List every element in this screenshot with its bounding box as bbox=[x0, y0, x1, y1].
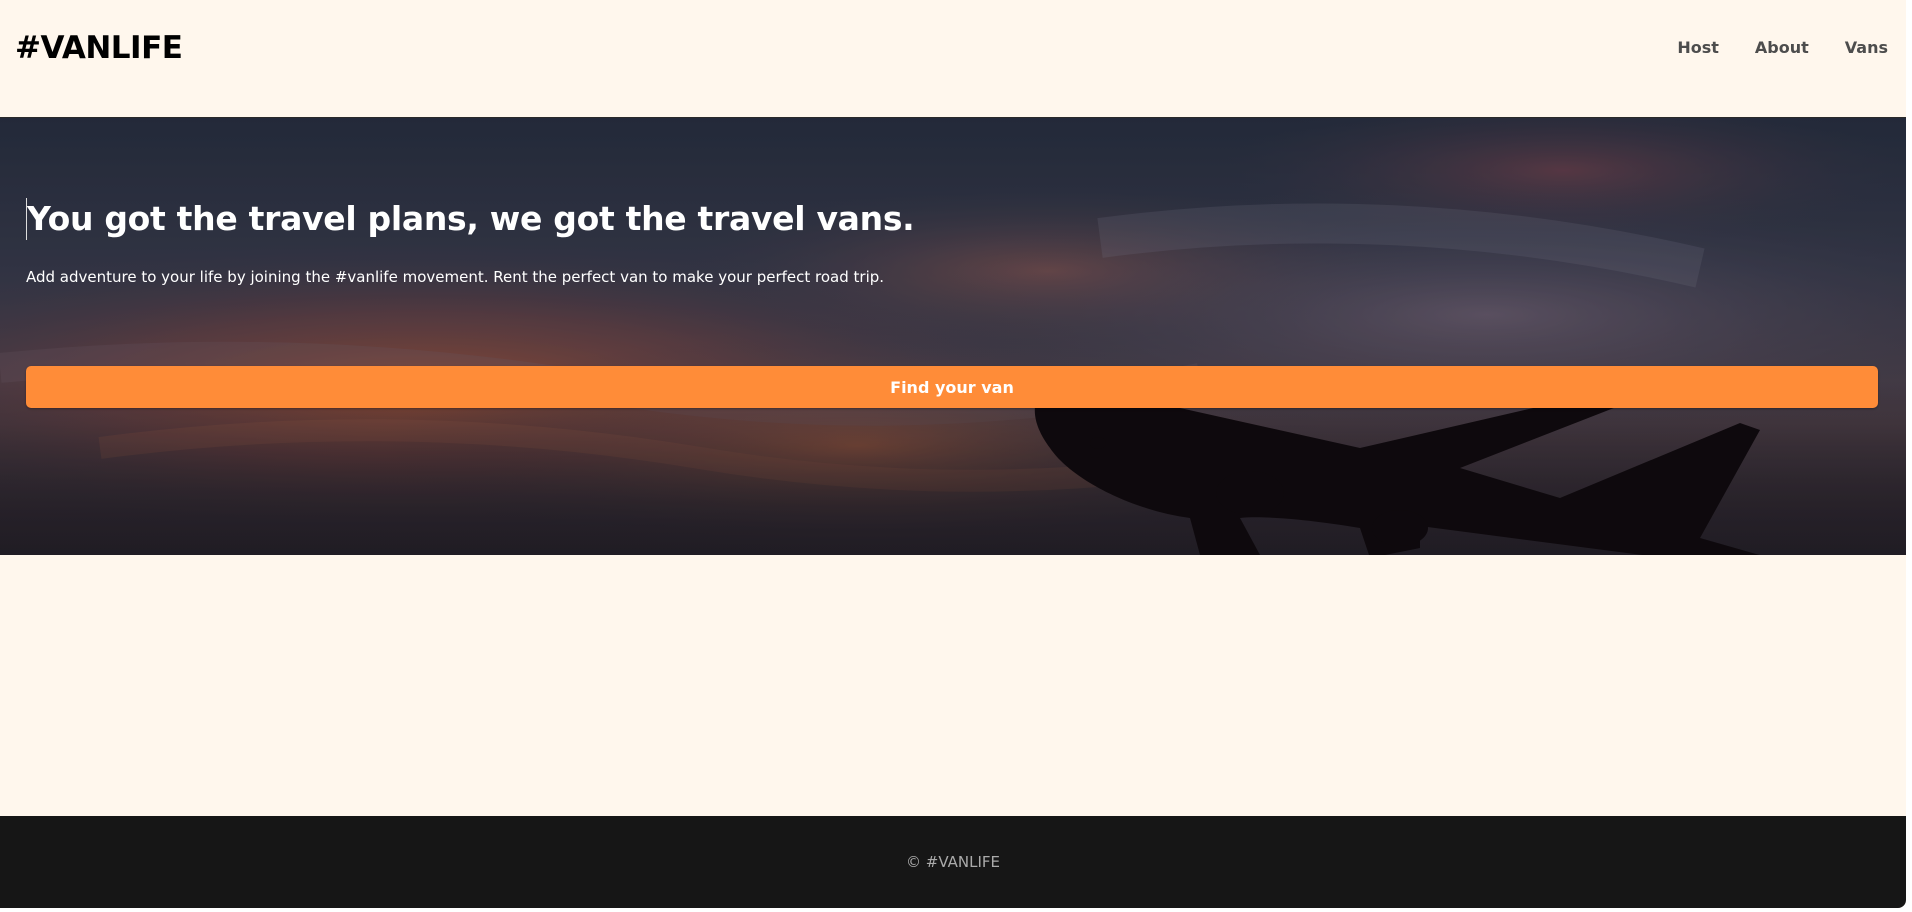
site-header: #VANLIFE Host About Vans bbox=[0, 0, 1906, 117]
page-scrollbar[interactable] bbox=[1906, 0, 1912, 912]
nav-link-vans[interactable]: Vans bbox=[1845, 38, 1888, 57]
page: #VANLIFE Host About Vans You got the tra… bbox=[0, 0, 1906, 908]
nav-link-host[interactable]: Host bbox=[1677, 38, 1719, 57]
hero-section: You got the travel plans, we got the tra… bbox=[0, 117, 1906, 555]
main-nav: Host About Vans bbox=[1641, 38, 1888, 57]
hero-content: You got the travel plans, we got the tra… bbox=[26, 198, 1878, 408]
site-logo[interactable]: #VANLIFE bbox=[15, 30, 183, 66]
footer-copyright: © #VANLIFE bbox=[905, 853, 1000, 871]
site-footer: © #VANLIFE bbox=[0, 816, 1906, 908]
find-your-van-button[interactable]: Find your van bbox=[26, 366, 1878, 408]
hero-overlay bbox=[0, 118, 1906, 555]
nav-link-about[interactable]: About bbox=[1755, 38, 1809, 57]
hero-title: You got the travel plans, we got the tra… bbox=[26, 198, 1878, 240]
hero-subtitle: Add adventure to your life by joining th… bbox=[26, 268, 885, 286]
